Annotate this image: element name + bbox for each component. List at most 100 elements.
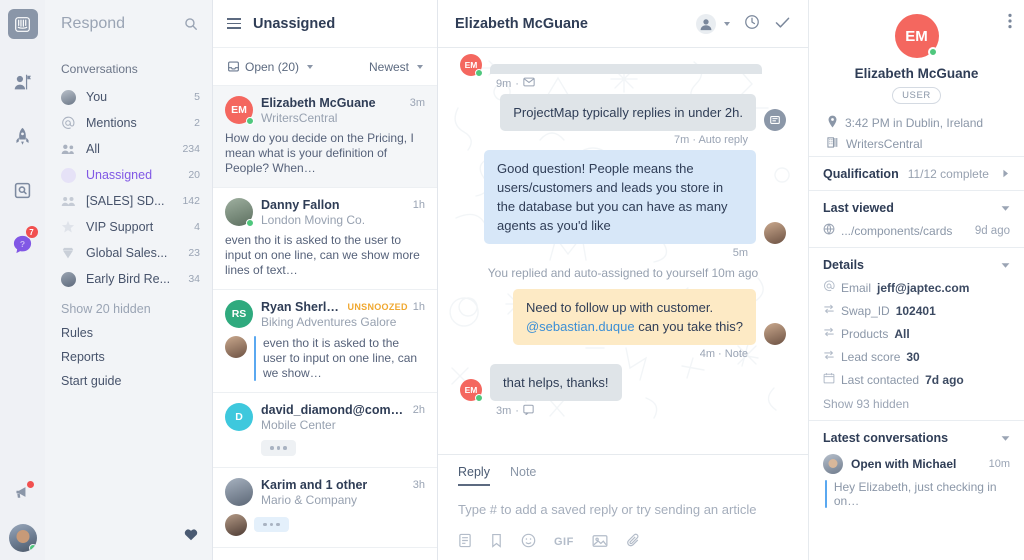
tab-note[interactable]: Note	[510, 465, 536, 486]
list-item[interactable]: EM Elizabeth McGuane 3m WritersCentral H…	[213, 86, 437, 188]
message: ProjectMap typically replies in under 2h…	[460, 94, 786, 146]
avatar	[823, 454, 843, 474]
message-timestamp: 9m ·	[460, 77, 786, 90]
sidebar-item-vip-support[interactable]: VIP Support 4	[45, 214, 212, 240]
sidebar-item-count: 5	[194, 91, 200, 103]
sidebar-item-early-bird[interactable]: Early Bird Re... 34	[45, 266, 212, 292]
saved-reply-icon[interactable]	[490, 533, 503, 551]
chevron-down-icon[interactable]	[1001, 431, 1010, 445]
qualification-label: Qualification	[823, 167, 899, 181]
mention[interactable]: @sebastian.duque	[526, 319, 635, 334]
attachment-icon[interactable]	[626, 533, 641, 551]
heart-icon[interactable]	[184, 528, 198, 544]
chevron-right-icon[interactable]	[1002, 167, 1010, 181]
list-item-name: Ryan Sherlock	[261, 300, 343, 314]
sidebar-item-label: You	[86, 90, 108, 104]
avatar[interactable]: EM	[894, 14, 939, 58]
building-icon	[827, 136, 839, 151]
chevron-down-icon[interactable]	[1001, 201, 1010, 215]
sidebar-item-all[interactable]: All 234	[45, 136, 212, 162]
conversation-panel: Elizabeth McGuane EM 9m · ProjectMap typ…	[438, 0, 808, 560]
message-bubble: that helps, thanks!	[490, 364, 622, 401]
detail-row-lead-score[interactable]: Lead score 30	[823, 349, 1010, 364]
message-thread[interactable]: EM 9m · ProjectMap typically replies in …	[438, 48, 808, 454]
show-hidden-details-button[interactable]: Show 93 hidden	[823, 397, 1010, 411]
rail-item-educate[interactable]	[8, 173, 38, 207]
chevron-down-icon	[724, 21, 730, 26]
gif-icon[interactable]: GIF	[554, 536, 574, 548]
avatar: EM	[460, 54, 483, 77]
list-item[interactable]: D david_diamond@comp… 2h Mobile Center	[213, 393, 437, 468]
sidebar-item-start-guide[interactable]: Start guide	[45, 364, 212, 388]
list-item[interactable]: Karim and 1 other 3h Mario & Company	[213, 468, 437, 548]
chevron-down-icon[interactable]	[1001, 258, 1010, 272]
article-icon[interactable]	[458, 533, 472, 551]
avatar-icon	[61, 167, 81, 183]
list-item-time: 1h	[412, 199, 425, 211]
detail-row-email[interactable]: Email jeff@japtec.com	[823, 280, 1010, 295]
notification-dot	[26, 481, 34, 488]
list-item[interactable]: RS Ryan Sherlock UNSNOOZED 1h Biking Adv…	[213, 290, 437, 393]
sidebar-item-count: 34	[188, 273, 200, 285]
image-icon[interactable]	[592, 534, 608, 551]
more-options-icon[interactable]	[1008, 13, 1012, 32]
detail-row-products[interactable]: Products All	[823, 326, 1010, 341]
assignee-selector[interactable]	[696, 13, 730, 34]
sidebar-item-you[interactable]: You 5	[45, 84, 212, 110]
list-item-name: Elizabeth McGuane	[261, 96, 376, 110]
sidebar-item-label: Early Bird Re...	[86, 272, 171, 286]
list-item[interactable]: Danny Fallon 1h London Moving Co. even t…	[213, 188, 437, 290]
status-filter[interactable]: Open (20)	[227, 60, 314, 74]
rail-item-engage[interactable]	[8, 119, 38, 153]
last-viewed-page[interactable]: .../components/cards 9d ago	[823, 223, 1010, 238]
clock-icon[interactable]	[744, 14, 760, 33]
intercom-logo-icon[interactable]	[7, 9, 38, 39]
qualification-section[interactable]: Qualification 11/12 complete	[809, 156, 1024, 190]
sidebar-item-mentions[interactable]: Mentions 2	[45, 110, 212, 136]
online-indicator	[246, 219, 254, 227]
latest-conversation-item[interactable]: Open with Michael 10m	[823, 454, 1010, 474]
list-item-name: Karim and 1 other	[261, 477, 368, 492]
message-bubble: ProjectMap typically replies in under 2h…	[500, 94, 756, 131]
details-panel: EM Elizabeth McGuane USER 3:42 PM in Dub…	[808, 0, 1024, 560]
sidebar-item-reports[interactable]: Reports	[45, 340, 212, 364]
last-viewed-section: Last viewed .../components/cards 9d ago	[809, 190, 1024, 247]
sidebar-item-rules[interactable]: Rules	[45, 316, 212, 340]
messenger-badge: 7	[24, 225, 39, 239]
sidebar-header: Respond	[45, 0, 212, 48]
rail-item-messenger[interactable]: ? 7	[8, 225, 39, 261]
sidebar-item-unassigned[interactable]: Unassigned 20	[45, 162, 212, 188]
search-icon[interactable]	[184, 17, 198, 31]
email-icon	[523, 77, 535, 90]
message-timestamp: 5m	[732, 247, 748, 259]
chevron-down-icon	[417, 64, 423, 69]
avatar[interactable]	[8, 524, 37, 552]
at-icon	[61, 116, 81, 130]
sort-filter[interactable]: Newest	[369, 60, 423, 74]
emoji-icon[interactable]	[521, 533, 536, 551]
contact-summary: EM Elizabeth McGuane USER 3:42 PM in Dub…	[809, 0, 1024, 156]
hamburger-icon[interactable]	[227, 18, 241, 29]
rail-item-respond[interactable]	[8, 65, 38, 99]
assignee-avatar-icon	[696, 13, 716, 34]
message-bubble: Good question! People means the users/cu…	[484, 150, 756, 244]
detail-row-last-contacted[interactable]: Last contacted 7d ago	[823, 372, 1010, 387]
message-bubble: Need to follow up with customer. @sebast…	[512, 289, 756, 345]
check-icon[interactable]	[774, 14, 791, 34]
avatar	[225, 513, 247, 536]
list-item-preview: How do you decide on the Pricing, I mean…	[225, 131, 414, 175]
sidebar-item-sales-sd[interactable]: [SALES] SD... 142	[45, 188, 212, 214]
rail-bottom	[0, 481, 45, 552]
messenger-icon	[523, 404, 534, 418]
show-hidden-button[interactable]: Show 20 hidden	[45, 292, 212, 316]
star-icon	[61, 220, 81, 234]
detail-label: Lead score	[841, 349, 901, 364]
detail-row-swap-id[interactable]: Swap_ID 102401	[823, 303, 1010, 318]
megaphone-icon[interactable]	[14, 481, 34, 504]
online-indicator	[927, 47, 938, 57]
tab-reply[interactable]: Reply	[458, 465, 490, 486]
sidebar-item-global-sales[interactable]: Global Sales... 23	[45, 240, 212, 266]
avatar-icon	[61, 89, 81, 105]
avatar	[225, 336, 247, 358]
reply-input[interactable]: Type # to add a saved reply or try sendi…	[458, 486, 788, 533]
